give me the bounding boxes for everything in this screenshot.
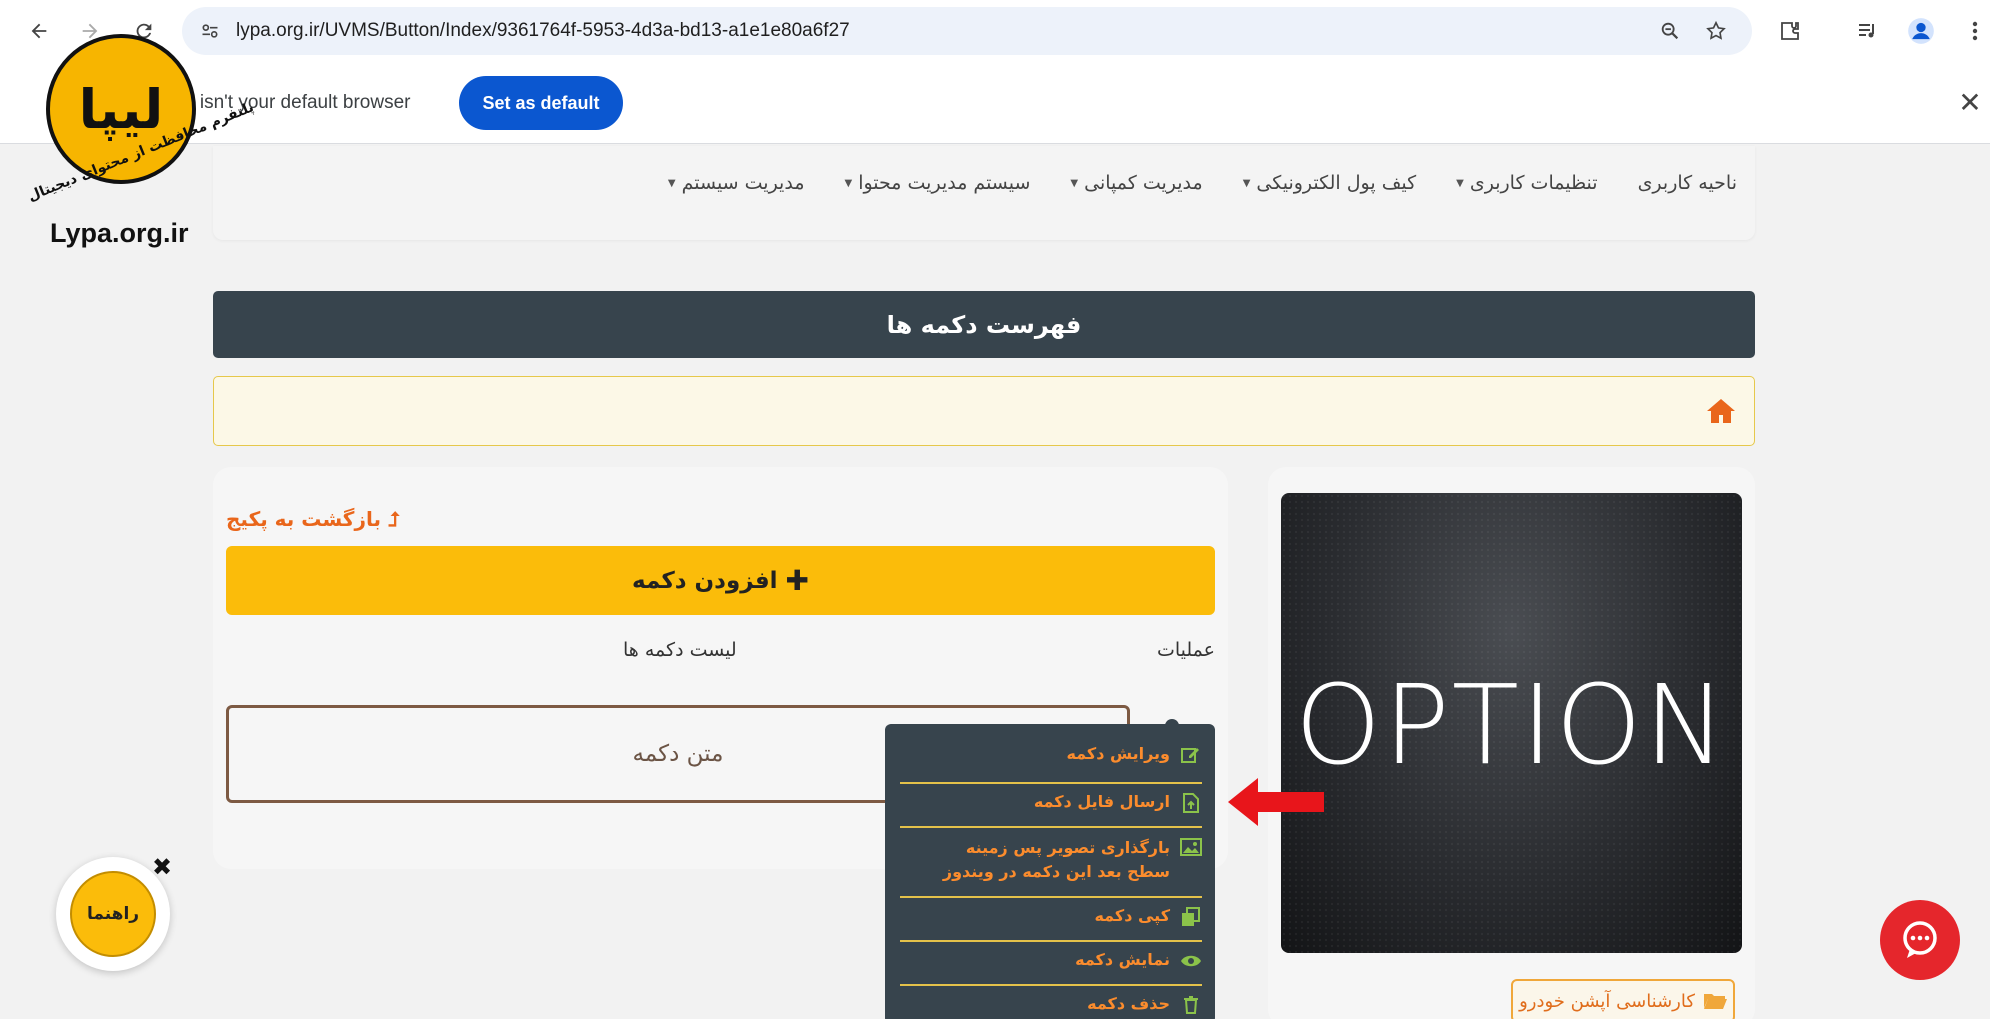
page-title: فهرست دکمه ها (213, 291, 1755, 358)
column-header-operations: عملیات (1156, 639, 1215, 661)
menu-kebab-icon[interactable] (1958, 14, 1990, 48)
nav-item-user-area[interactable]: ناحیه کاربری (1638, 172, 1737, 194)
menu-divider (900, 896, 1202, 898)
nav-items: ناحیه کاربری تنظیمات کاربری ▼ کیف پول الک… (668, 172, 1737, 194)
edit-icon (1180, 744, 1202, 766)
breadcrumb (213, 376, 1755, 446)
nav-item-system-admin[interactable]: مدیریت سیستم ▼ (668, 172, 805, 194)
eye-icon (1180, 950, 1202, 972)
bookmark-star-icon[interactable] (1702, 17, 1730, 45)
default-browser-infobar: e isn't your default browser Set as defa… (0, 62, 1990, 144)
set-default-button[interactable]: Set as default (459, 76, 623, 130)
chat-support-button[interactable] (1880, 900, 1960, 980)
nav-item-user-settings[interactable]: تنظیمات کاربری ▼ (1456, 172, 1597, 194)
red-pointer-arrow-icon (1228, 776, 1324, 828)
caret-down-icon: ▼ (1070, 177, 1079, 189)
menu-item-delete[interactable]: حذف دکمه (900, 994, 1202, 1016)
category-label: کارشناسی آپشن خودرو (1519, 990, 1695, 1012)
package-card: OPTION کارشناسی آپشن خودرو (1268, 467, 1755, 1019)
file-upload-icon (1180, 792, 1202, 814)
logo-monogram: لیپا (78, 77, 164, 141)
category-tag[interactable]: کارشناسی آپشن خودرو (1511, 979, 1735, 1019)
site-navbar: ناحیه کاربری تنظیمات کاربری ▼ کیف پول الک… (213, 146, 1755, 240)
menu-divider (900, 826, 1202, 828)
home-icon[interactable] (1706, 397, 1736, 425)
copy-icon (1180, 906, 1202, 928)
image-icon (1180, 836, 1202, 858)
return-arrow-icon: ⮥ (387, 507, 400, 531)
menu-item-upload-background[interactable]: بارگذاری تصویر پس زمینه سطح بعد این دکمه… (900, 836, 1202, 884)
extensions-icon[interactable] (1773, 14, 1807, 48)
menu-divider (900, 940, 1202, 942)
menu-item-send-file[interactable]: ارسال فایل دکمه (900, 792, 1202, 814)
operations-dropdown: ویرایش دکمه ارسال فایل دکمه بارگذاری تصو… (885, 724, 1215, 1019)
package-image-text: OPTION (1294, 661, 1729, 789)
url-text[interactable]: lypa.org.ir/UVMS/Button/Index/9361764f-5… (236, 20, 850, 42)
plus-icon: ✚ (785, 564, 810, 597)
caret-down-icon: ▼ (667, 177, 676, 189)
profile-avatar-icon[interactable] (1904, 14, 1938, 48)
menu-divider (900, 984, 1202, 986)
menu-item-show[interactable]: نمایش دکمه (900, 950, 1202, 972)
add-button-button[interactable]: ✚ افزودن دکمه (226, 546, 1215, 615)
infobar-close-icon[interactable]: ✕ (1952, 84, 1988, 120)
browser-toolbar: lypa.org.ir/UVMS/Button/Index/9361764f-5… (0, 0, 1990, 62)
help-close-icon[interactable]: ✖ (152, 853, 172, 881)
lypa-logo: لیپا پلتفرم محافظت از محتوای دیجیتال Lyp… (20, 24, 256, 254)
menu-item-copy[interactable]: کپی دکمه (900, 906, 1202, 928)
help-label: راهنما (70, 871, 156, 957)
nav-item-wallet[interactable]: کیف پول الکترونیکی ▼ (1243, 172, 1416, 194)
caret-down-icon: ▼ (1456, 177, 1464, 189)
back-to-package-link[interactable]: ⮥ بازگشت به پکیج (226, 507, 400, 531)
address-bar[interactable]: lypa.org.ir/UVMS/Button/Index/9361764f-5… (182, 7, 1752, 55)
caret-down-icon: ▼ (1242, 177, 1251, 189)
caret-down-icon: ▼ (844, 177, 853, 189)
nav-item-company[interactable]: مدیریت کمپانی ▼ (1070, 172, 1202, 194)
chat-icon (1903, 921, 1937, 958)
column-header-list: لیست دکمه ها (623, 639, 737, 661)
zoom-icon[interactable] (1656, 17, 1684, 45)
folder-open-icon (1703, 994, 1727, 1009)
logo-domain: Lypa.org.ir (50, 218, 189, 248)
nav-item-cms[interactable]: سیستم مدیریت محتوا ▼ (845, 172, 1031, 194)
trash-icon (1180, 994, 1202, 1016)
menu-divider (900, 782, 1202, 784)
media-icon[interactable] (1851, 14, 1885, 48)
menu-item-edit[interactable]: ویرایش دکمه (900, 744, 1202, 766)
package-image: OPTION (1281, 493, 1742, 953)
